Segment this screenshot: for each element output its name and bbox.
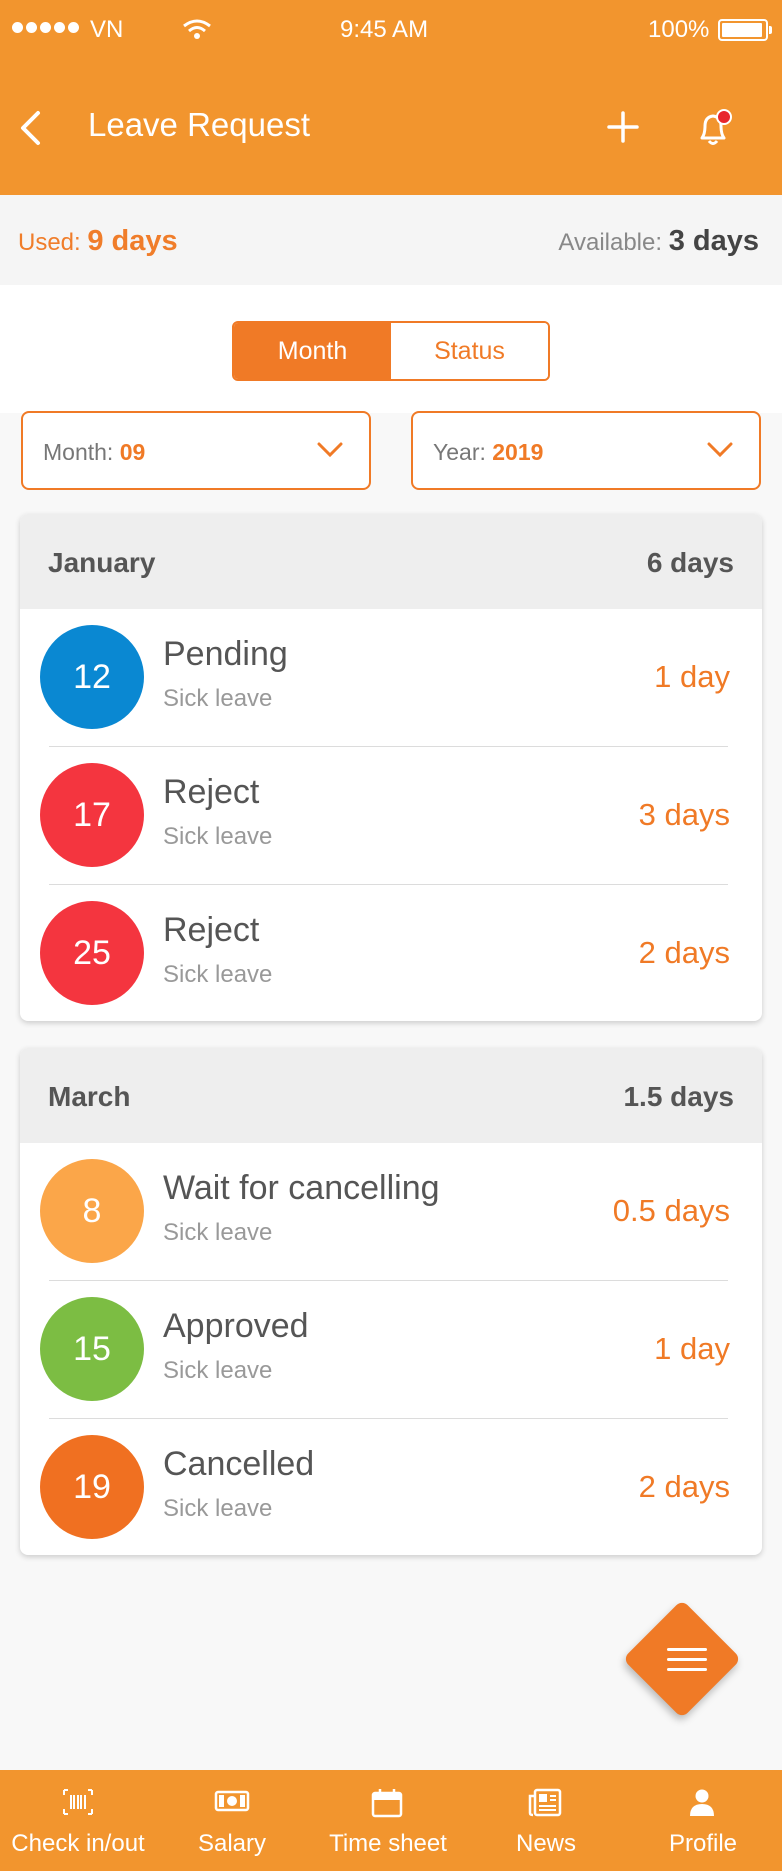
view-switcher-area: Month Status: [0, 285, 782, 413]
tab-time-sheet[interactable]: Time sheet: [308, 1770, 468, 1871]
tab-label: Time sheet: [329, 1830, 447, 1857]
calendar-icon: [371, 1789, 403, 1818]
view-segmented-control: Month Status: [232, 321, 550, 381]
money-icon: [214, 1790, 250, 1812]
month-filter-value: 09: [119, 439, 146, 465]
tab-profile[interactable]: Profile: [624, 1770, 782, 1871]
day-badge: 12: [40, 625, 144, 729]
month-group-card: January 6 days 12 Pending Sick leave 1 d…: [20, 514, 762, 1021]
newspaper-icon: [528, 1788, 562, 1817]
available-days: Available: 3 days: [558, 225, 759, 258]
leave-summary: Used: 9 days Available: 3 days: [0, 195, 782, 285]
top-bar: VN 9:45 AM 100% Leave Request: [0, 0, 782, 195]
leave-status: Reject: [163, 911, 260, 949]
add-icon[interactable]: [607, 111, 639, 143]
bottom-tab-bar: Check in/out Salary Time sheet News Prof…: [0, 1770, 782, 1871]
used-label: Used:: [18, 229, 81, 256]
leave-request-row[interactable]: 8 Wait for cancelling Sick leave 0.5 day…: [20, 1143, 762, 1281]
leave-status: Approved: [163, 1307, 309, 1345]
available-label: Available:: [558, 229, 663, 256]
year-filter-value: 2019: [492, 439, 544, 465]
used-days: Used: 9 days: [18, 225, 178, 258]
wifi-icon: [183, 19, 211, 39]
leave-status: Cancelled: [163, 1445, 315, 1483]
tab-label: Salary: [197, 1830, 267, 1857]
leave-request-row[interactable]: 12 Pending Sick leave 1 day: [20, 609, 762, 747]
leave-type: Sick leave: [163, 1357, 273, 1384]
leave-duration: 0.5 days: [612, 1193, 730, 1228]
leave-type: Sick leave: [163, 1219, 273, 1246]
signal-strength-icon: [12, 22, 79, 33]
person-icon: [690, 1789, 714, 1816]
battery-icon: [718, 19, 772, 41]
month-group-header: March 1.5 days: [20, 1048, 762, 1143]
back-icon[interactable]: [18, 110, 44, 146]
leave-type: Sick leave: [163, 823, 273, 850]
day-badge: 25: [40, 901, 144, 1005]
day-badge: 17: [40, 763, 144, 867]
year-dropdown[interactable]: Year: 2019: [411, 411, 761, 490]
month-group-total: 1.5 days: [623, 1081, 734, 1112]
tab-month[interactable]: Month: [234, 323, 391, 379]
month-group-total: 6 days: [646, 547, 734, 578]
month-group-name: January: [48, 547, 156, 578]
menu-icon[interactable]: [667, 1648, 707, 1672]
leave-duration: 2 days: [638, 1469, 730, 1504]
leave-status: Pending: [163, 635, 288, 673]
leave-request-row[interactable]: 19 Cancelled Sick leave 2 days: [20, 1419, 762, 1555]
tab-news[interactable]: News: [468, 1770, 624, 1871]
tab-check-in-out[interactable]: Check in/out: [0, 1770, 156, 1871]
leave-duration: 1 day: [654, 1331, 730, 1366]
barcode-icon: [63, 1789, 93, 1815]
leave-type: Sick leave: [163, 685, 273, 712]
chevron-down-icon: [707, 442, 733, 458]
leave-duration: 3 days: [638, 797, 730, 832]
month-group-card: March 1.5 days 8 Wait for cancelling Sic…: [20, 1048, 762, 1555]
page-title: Leave Request: [88, 106, 310, 143]
leave-request-row[interactable]: 25 Reject Sick leave 2 days: [20, 885, 762, 1021]
day-badge: 8: [40, 1159, 144, 1263]
leave-type: Sick leave: [163, 961, 273, 988]
year-filter-label: Year:: [433, 439, 486, 465]
carrier-label: VN: [90, 16, 124, 43]
used-value: 9 days: [87, 225, 178, 257]
battery-percent: 100%: [648, 16, 710, 43]
tab-label: Profile: [668, 1830, 738, 1857]
month-group-header: January 6 days: [20, 514, 762, 609]
day-badge: 15: [40, 1297, 144, 1401]
month-filter-label: Month:: [43, 439, 114, 465]
tab-status[interactable]: Status: [391, 323, 548, 379]
leave-duration: 1 day: [654, 659, 730, 694]
tab-label: News: [515, 1830, 576, 1857]
notification-bell-icon[interactable]: [694, 106, 734, 148]
available-value: 3 days: [668, 225, 759, 257]
leave-status: Reject: [163, 773, 260, 811]
leave-duration: 2 days: [638, 935, 730, 970]
month-dropdown[interactable]: Month: 09: [21, 411, 371, 490]
tab-label: Check in/out: [11, 1830, 145, 1857]
chevron-down-icon: [317, 442, 343, 458]
leave-request-row[interactable]: 17 Reject Sick leave 3 days: [20, 747, 762, 885]
month-group-name: March: [48, 1081, 131, 1112]
day-badge: 19: [40, 1435, 144, 1539]
leave-request-row[interactable]: 15 Approved Sick leave 1 day: [20, 1281, 762, 1419]
leave-type: Sick leave: [163, 1495, 273, 1522]
tab-salary[interactable]: Salary: [156, 1770, 308, 1871]
clock: 9:45 AM: [340, 16, 429, 43]
leave-status: Wait for cancelling: [163, 1169, 440, 1207]
